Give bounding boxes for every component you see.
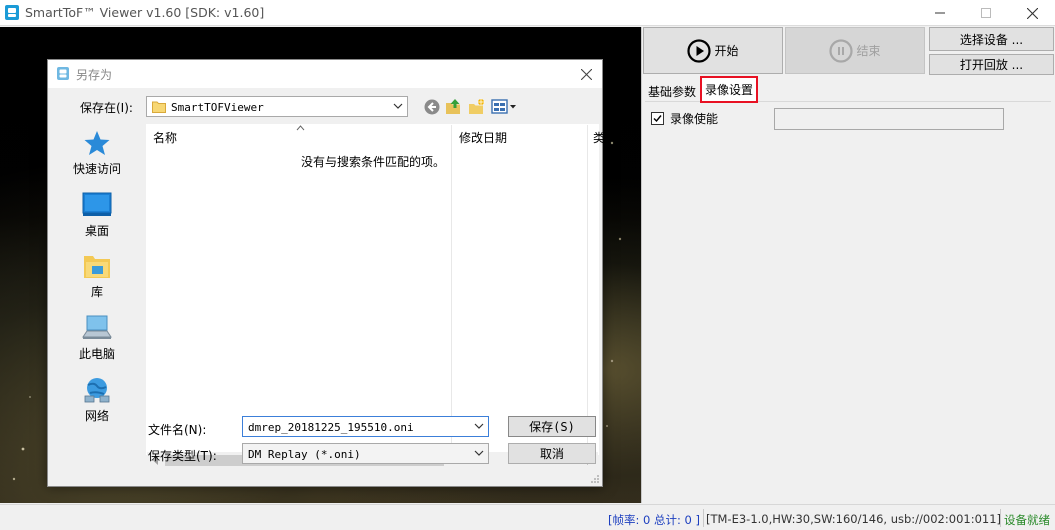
save-as-dialog: 另存为 保存在(I): SmartTOFViewer 快速访问 桌面 库 此电脑… bbox=[47, 59, 605, 487]
status-divider bbox=[703, 509, 704, 527]
place-desktop[interactable]: 桌面 bbox=[61, 192, 133, 239]
column-modified[interactable]: 修改日期 bbox=[459, 129, 507, 146]
filename-input[interactable]: dmrep_20181225_195510.oni bbox=[242, 416, 489, 437]
dialog-title: 另存为 bbox=[76, 68, 113, 82]
control-panel: 开始 结束 选择设备 ... 打开回放 ... 基础参数 录像设置 录像使能 bbox=[641, 27, 1055, 503]
app-logo-icon bbox=[5, 5, 19, 20]
filetype-value: DM Replay (*.oni) bbox=[248, 448, 361, 461]
stop-button[interactable]: 结束 bbox=[785, 27, 925, 74]
start-label: 开始 bbox=[714, 44, 739, 58]
place-label: 网络 bbox=[84, 409, 109, 423]
network-icon bbox=[84, 378, 110, 403]
place-label: 快速访问 bbox=[72, 162, 121, 176]
record-enable-label: 录像使能 bbox=[670, 112, 719, 126]
column-name[interactable]: 名称 bbox=[153, 129, 177, 146]
chevron-down-icon bbox=[474, 450, 484, 456]
maximize-button[interactable] bbox=[963, 0, 1009, 26]
save-button-label: 保存(S) bbox=[529, 420, 575, 434]
minimize-button[interactable] bbox=[917, 0, 963, 26]
filetype-label: 保存类型(T): bbox=[148, 449, 217, 463]
start-button[interactable]: 开始 bbox=[643, 27, 783, 74]
desktop-icon bbox=[82, 192, 112, 216]
status-bar: [帧率: 0 总计: 0 ] [TM-E3-1.0,HW:30,SW:160/1… bbox=[0, 504, 1055, 530]
place-label: 桌面 bbox=[84, 224, 109, 238]
empty-message: 没有与搜索条件匹配的项。 bbox=[301, 155, 446, 169]
dialog-close-button[interactable] bbox=[576, 65, 596, 83]
checkmark-icon bbox=[653, 115, 662, 123]
resize-grip-icon[interactable] bbox=[590, 474, 600, 484]
view-menu-icon[interactable] bbox=[491, 98, 519, 116]
filename-label: 文件名(N): bbox=[148, 423, 207, 437]
place-this-pc[interactable]: 此电脑 bbox=[61, 315, 133, 362]
stop-label: 结束 bbox=[856, 44, 881, 58]
column-divider bbox=[587, 125, 588, 452]
close-button[interactable] bbox=[1009, 0, 1055, 26]
filename-value: dmrep_20181225_195510.oni bbox=[248, 421, 414, 434]
dialog-title-bar: 另存为 bbox=[48, 60, 602, 88]
save-in-dropdown[interactable]: SmartTOFViewer bbox=[146, 96, 408, 117]
folder-icon bbox=[152, 101, 166, 113]
record-enable-checkbox[interactable] bbox=[651, 112, 664, 125]
star-icon bbox=[84, 131, 110, 155]
tab-record-settings[interactable]: 录像设置 bbox=[700, 76, 759, 103]
library-icon bbox=[84, 256, 110, 278]
status-ready: 设备就绪 bbox=[1004, 513, 1050, 527]
status-device-info: [TM-E3-1.0,HW:30,SW:160/146, usb://002:0… bbox=[706, 512, 1002, 526]
chevron-down-icon bbox=[474, 423, 484, 429]
filetype-dropdown[interactable]: DM Replay (*.oni) bbox=[242, 443, 489, 464]
tab-basic-params[interactable]: 基础参数 bbox=[645, 80, 699, 100]
place-library[interactable]: 库 bbox=[61, 253, 133, 300]
cancel-button[interactable]: 取消 bbox=[508, 443, 596, 464]
back-icon[interactable] bbox=[423, 98, 441, 116]
select-device-label: 选择设备 ... bbox=[959, 32, 1024, 47]
minimize-icon bbox=[935, 12, 945, 14]
column-divider bbox=[451, 125, 452, 452]
app-logo-icon bbox=[57, 67, 69, 80]
close-icon bbox=[1026, 7, 1038, 19]
maximize-icon bbox=[981, 8, 991, 18]
new-folder-icon[interactable] bbox=[468, 98, 486, 116]
file-list[interactable]: 名称 修改日期 类 没有与搜索条件匹配的项。 bbox=[146, 124, 605, 469]
save-button[interactable]: 保存(S) bbox=[508, 416, 596, 437]
save-in-label: 保存在(I): bbox=[80, 101, 133, 115]
select-device-button[interactable]: 选择设备 ... bbox=[929, 27, 1054, 51]
place-network[interactable]: 网络 bbox=[61, 377, 133, 424]
stop-icon bbox=[829, 38, 854, 63]
place-quick-access[interactable]: 快速访问 bbox=[61, 130, 133, 177]
open-playback-label: 打开回放 ... bbox=[959, 58, 1024, 72]
close-icon bbox=[580, 68, 592, 80]
play-icon bbox=[687, 38, 712, 63]
place-label: 此电脑 bbox=[78, 347, 115, 361]
save-in-value: SmartTOFViewer bbox=[171, 101, 264, 114]
status-fps: [帧率: 0 总计: 0 ] bbox=[608, 513, 700, 527]
column-type[interactable]: 类 bbox=[593, 129, 605, 146]
chevron-down-icon bbox=[393, 103, 403, 109]
up-folder-icon[interactable] bbox=[445, 98, 463, 116]
place-label: 库 bbox=[90, 285, 103, 299]
status-divider bbox=[1000, 509, 1001, 527]
places-bar: 快速访问 桌面 库 此电脑 网络 bbox=[61, 125, 133, 451]
sort-up-icon bbox=[296, 125, 305, 131]
title-bar: SmartToF™ Viewer v1.60 [SDK: v1.60] bbox=[0, 0, 1055, 26]
computer-icon bbox=[82, 315, 112, 339]
cancel-button-label: 取消 bbox=[539, 447, 564, 461]
window-title: SmartToF™ Viewer v1.60 [SDK: v1.60] bbox=[25, 5, 265, 20]
settings-tabs: 基础参数 录像设置 bbox=[645, 76, 1051, 103]
open-playback-button[interactable]: 打开回放 ... bbox=[929, 54, 1054, 75]
record-path-field[interactable] bbox=[774, 108, 1004, 130]
record-enable-row: 录像使能 bbox=[651, 110, 718, 127]
